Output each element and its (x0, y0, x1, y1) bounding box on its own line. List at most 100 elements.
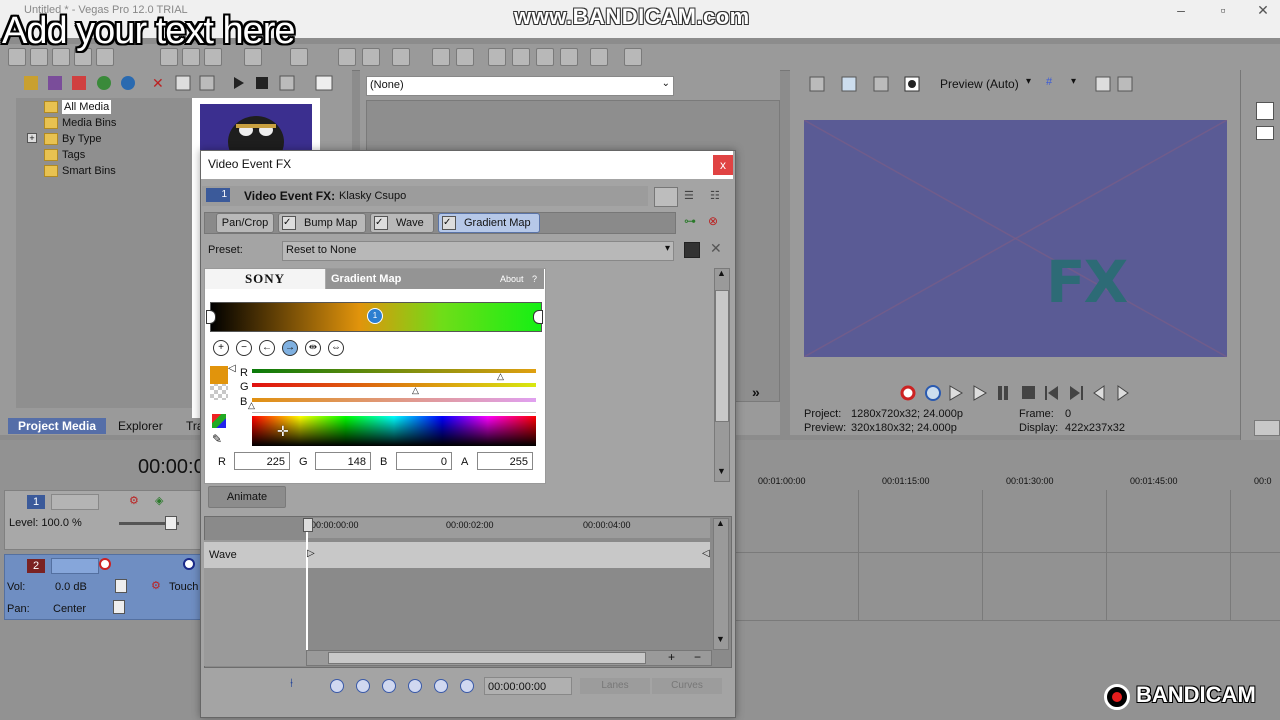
checkbox-checked[interactable]: ✓ (374, 216, 388, 231)
scroll-down-icon[interactable]: ▼ (716, 634, 725, 644)
keyframe-row-wave[interactable] (204, 542, 710, 568)
red-slider-thumb[interactable]: △ (497, 371, 504, 382)
mute-icon[interactable] (183, 558, 195, 570)
add-stop-icon[interactable]: + (213, 340, 229, 356)
next-keyframe-icon[interactable] (434, 679, 448, 693)
blue-slider-thumb[interactable]: △ (248, 400, 255, 411)
plugin-manager-icon[interactable] (590, 48, 608, 66)
expand-right-icon[interactable]: » (752, 384, 760, 400)
tree-item-smart-bins[interactable]: Smart Bins (44, 164, 116, 178)
tree-item-all-media[interactable]: All Media (44, 100, 112, 114)
grid-view-icon[interactable]: ☷ (710, 189, 720, 202)
keyframe-cursor-handle[interactable] (303, 518, 313, 532)
tab-explorer[interactable]: Explorer (108, 418, 173, 434)
blue-value-field[interactable]: 0 (396, 452, 452, 470)
keyframe-scrollbar[interactable] (713, 518, 729, 650)
green-slider-thumb[interactable]: △ (412, 385, 419, 396)
composite-mode-icon[interactable]: ◈ (155, 494, 163, 507)
zoom-tool-icon[interactable] (560, 48, 578, 66)
delete-keyframe-icon[interactable] (408, 679, 422, 693)
normal-edit-tool-icon[interactable] (338, 48, 356, 66)
scrollbar-thumb[interactable] (1254, 420, 1280, 436)
save-preset-icon[interactable] (684, 242, 700, 258)
scrollbar-thumb[interactable] (328, 652, 646, 664)
snapping-icon[interactable] (392, 48, 410, 66)
keyframe-time-field[interactable]: 00:00:00:00 (484, 677, 572, 695)
animate-button[interactable]: Animate (208, 486, 286, 508)
last-keyframe-icon[interactable] (460, 679, 474, 693)
gradient-stop-marker[interactable]: 1 (367, 308, 383, 324)
crossfade-icon[interactable] (512, 48, 530, 66)
envelope-tool-icon[interactable] (362, 48, 380, 66)
help-link[interactable]: ? (532, 274, 537, 284)
reverse-icon[interactable]: ⇔ (328, 340, 344, 356)
eyedropper-icon[interactable]: ✎ (212, 432, 222, 446)
track-name-field[interactable] (51, 558, 99, 574)
checkbox-checked[interactable]: ✓ (442, 216, 456, 231)
selected-color-swatch[interactable] (210, 366, 228, 384)
chain-item-pan-crop[interactable]: Pan/Crop (216, 213, 274, 233)
tree-item-media-bins[interactable]: Media Bins (44, 116, 116, 130)
chain-item-bump-map[interactable]: ✓ Bump Map (278, 213, 366, 233)
scrollbar-thumb[interactable] (715, 290, 729, 422)
help-icon[interactable] (624, 48, 642, 66)
green-channel-slider[interactable] (252, 383, 536, 387)
spectrum-crosshair-icon[interactable]: ✛ (277, 423, 289, 440)
lanes-button[interactable]: Lanes (580, 678, 650, 694)
tree-item-by-type[interactable]: By Type (44, 132, 102, 146)
arm-record-icon[interactable] (99, 558, 111, 570)
zoom-in-icon[interactable]: + (668, 650, 675, 664)
delete-preset-icon[interactable]: ✕ (710, 240, 722, 257)
ignore-grouping-icon[interactable] (488, 48, 506, 66)
green-value-field[interactable]: 148 (315, 452, 371, 470)
chain-item-gradient-map[interactable]: ✓ Gradient Map (438, 213, 540, 233)
lock-envelopes-icon[interactable] (456, 48, 474, 66)
level-slider-thumb[interactable] (165, 516, 177, 530)
chain-item-wave[interactable]: ✓ Wave (370, 213, 434, 233)
blue-channel-slider[interactable] (252, 398, 536, 402)
track-fx-icon[interactable]: ⚙ (151, 579, 161, 592)
media-thumbnail[interactable] (200, 104, 312, 150)
overlays-icon[interactable]: # (1046, 76, 1052, 88)
preset-select[interactable]: Reset to None ▾ (282, 241, 674, 261)
previous-keyframe-icon[interactable] (356, 679, 370, 693)
first-keyframe-icon[interactable] (330, 679, 344, 693)
pan-slider-thumb[interactable] (113, 600, 125, 614)
automation-mode[interactable]: Touch (169, 581, 198, 593)
volume-slider-thumb[interactable] (115, 579, 127, 593)
keyframe-marker-icon[interactable]: ▷ (307, 548, 315, 559)
audio-track-header[interactable]: 2 Vol: 0.0 dB ⚙ Touch Pan: Center (4, 554, 204, 620)
move-right-icon[interactable]: → (282, 340, 298, 356)
minimize-icon[interactable]: – (1172, 3, 1190, 17)
preview-quality-select[interactable]: Preview (Auto) (940, 77, 1019, 91)
move-left-icon[interactable]: ← (259, 340, 275, 356)
tree-item-tags[interactable]: Tags (44, 148, 85, 162)
scroll-up-icon[interactable]: ▲ (716, 518, 725, 528)
scroll-down-icon[interactable]: ▼ (717, 466, 726, 476)
video-track-header[interactable]: 1 Level: 100.0 % ⚙ ◈ (4, 490, 204, 550)
remove-stop-icon[interactable]: − (236, 340, 252, 356)
zoom-out-icon[interactable]: − (694, 650, 701, 664)
about-link[interactable]: About (500, 274, 524, 284)
selection-tool-icon[interactable] (536, 48, 554, 66)
expand-icon[interactable]: + (27, 133, 37, 143)
scroll-up-icon[interactable]: ▲ (717, 268, 726, 278)
red-channel-slider[interactable] (252, 369, 536, 373)
keyframe-marker-icon[interactable]: ◁ (702, 548, 710, 559)
chain-view-icon[interactable] (654, 187, 678, 207)
gradient-start-handle[interactable] (206, 310, 216, 324)
auto-ripple-icon[interactable] (432, 48, 450, 66)
track-name-field[interactable] (51, 494, 99, 510)
keyframe-cursor[interactable] (306, 520, 308, 666)
distribute-icon[interactable]: ⇹ (305, 340, 321, 356)
tab-project-media[interactable]: Project Media (8, 418, 107, 434)
list-view-icon[interactable]: ☰ (684, 189, 694, 202)
gradient-end-handle[interactable] (533, 310, 543, 324)
color-spectrum-picker[interactable] (252, 416, 536, 446)
dialog-close-button[interactable]: x (713, 155, 733, 175)
docked-window-icon[interactable] (1256, 102, 1274, 120)
red-value-field[interactable]: 225 (234, 452, 290, 470)
remove-plugin-icon[interactable]: ⊗ (708, 214, 718, 228)
trimmer-media-select[interactable]: (None) ⌄ (366, 76, 674, 96)
curves-button[interactable]: Curves (652, 678, 722, 694)
